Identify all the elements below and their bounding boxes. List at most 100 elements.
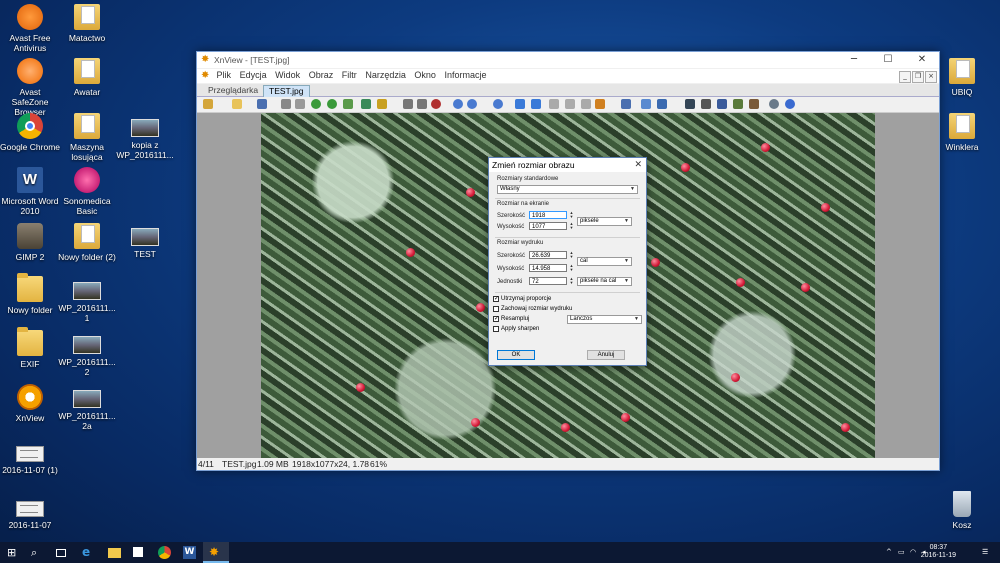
desktop-icon-avast[interactable]: Avast Free Antivirus [0,4,60,53]
copy-icon[interactable] [621,99,631,109]
tab-przegladarka[interactable]: Przeglądarka [203,85,263,96]
desktop-icon-matactwo[interactable]: Matactwo [57,4,117,43]
fit-window-icon[interactable] [565,99,575,109]
ok-button[interactable]: OK [497,350,535,360]
tray-expand-icon[interactable]: ^ [886,548,893,556]
menu-edycja[interactable]: Edycja [237,69,270,82]
save-icon[interactable] [257,99,267,109]
menu-okno[interactable]: Okno [411,69,439,82]
capture-icon[interactable] [595,99,605,109]
arrow-right-icon[interactable] [531,99,541,109]
xnview-icon[interactable]: ✸ [209,546,222,559]
arrow-left-icon[interactable] [515,99,525,109]
spinner-icon[interactable]: ▲ ▼ [569,211,574,219]
keep-print-checkbox[interactable] [493,306,499,312]
desktop-icon-image-2[interactable]: 2016-11-07 [0,493,60,530]
maximize-icon[interactable]: ☐ [871,52,905,68]
wallpaper-icon[interactable] [733,99,743,109]
prev-file-icon[interactable] [281,99,291,109]
menu-narzedzia[interactable]: Narzędzia [362,69,409,82]
image-icon[interactable] [343,99,353,109]
wifi-icon[interactable]: ◠ [910,548,917,556]
adjust-icon[interactable] [403,99,413,109]
desktop-icon-test[interactable]: TEST [115,222,175,259]
sharpen-checkbox[interactable] [493,326,499,332]
notifications-icon[interactable]: ☰ [982,548,989,556]
desktop-icon-sonomedica[interactable]: Sonomedica Basic [57,167,117,216]
desktop-icon-nowy-folder-2[interactable]: Nowy folder (2) [57,223,117,262]
crop-icon[interactable] [295,99,305,109]
zoom-out-icon[interactable] [493,99,503,109]
desktop-icon-wp-2a[interactable]: WP_2016111... 2a [57,384,117,431]
dialog-title-bar[interactable]: Zmień rozmiar obrazu ✕ [489,158,646,172]
resample-method-select[interactable]: Lanczos ▼ [567,315,642,324]
edge-icon[interactable]: e [82,546,95,559]
info-icon[interactable] [785,99,795,109]
spinner-icon[interactable]: ▲ ▼ [569,264,574,272]
units-input[interactable]: 72 [529,277,567,285]
sharpen-label[interactable]: Apply sharpen [501,326,539,332]
tab-test-jpg[interactable]: TEST.jpg [263,85,310,97]
fit-image-icon[interactable] [581,99,591,109]
minimize-icon[interactable]: ─ [837,52,871,68]
slideshow-icon[interactable] [361,99,371,109]
word-icon[interactable]: W [183,546,196,559]
binoculars-icon[interactable] [685,99,695,109]
properties-icon[interactable] [641,99,651,109]
print-width-input[interactable]: 26.639 [529,251,567,259]
rotate-right-icon[interactable] [327,99,337,109]
resample-label[interactable]: Resampluj [501,316,529,322]
desktop-icon-kopia[interactable]: kopia z WP_2016111... [115,113,175,160]
desktop-icon-maszyna[interactable]: Maszyna losująca [57,113,117,162]
xnview-menu-icon[interactable]: ✸ [201,70,211,81]
effects-icon[interactable] [377,99,387,109]
screen-width-input[interactable]: 1918 [529,211,567,219]
desktop-icon-winklera[interactable]: Winklera [932,113,992,152]
desktop-icon-nowy-folder[interactable]: Nowy folder [0,273,60,315]
browser-icon[interactable] [203,99,213,109]
print-icon[interactable] [701,99,711,109]
desktop-icon-wp-1[interactable]: WP_2016111... 1 [57,276,117,323]
screen-unit-select[interactable]: piksele ▼ [577,217,632,226]
zoom-icon[interactable] [467,99,477,109]
open-folder-icon[interactable] [232,99,242,109]
resample-checkbox[interactable]: ✓ [493,316,499,322]
rotate-left-icon[interactable] [311,99,321,109]
scan-icon[interactable] [717,99,727,109]
fullscreen-icon[interactable] [549,99,559,109]
screen-height-input[interactable]: 1077 [529,222,567,230]
resize-dialog[interactable]: Zmień rozmiar obrazu ✕ Rozmiary standard… [488,157,647,366]
menu-filtr[interactable]: Filtr [339,69,360,82]
spinner-icon[interactable]: ▲ ▼ [569,222,574,230]
standard-size-select[interactable]: Własny ▼ [497,185,638,194]
settings-icon[interactable] [769,99,779,109]
desktop-icon-chrome[interactable]: Google Chrome [0,113,60,152]
cancel-button[interactable]: Anuluj [587,350,625,360]
mdi-minimize-icon[interactable]: _ [899,71,911,83]
view-mode-icon[interactable] [417,99,427,109]
chrome-icon[interactable] [158,546,171,559]
desktop-icon-gimp[interactable]: GIMP 2 [0,223,60,262]
menu-widok[interactable]: Widok [272,69,303,82]
search-icon[interactable]: ⌕ [31,546,44,559]
desktop-icon-image-1[interactable]: 2016-11-07 (1) [0,438,60,475]
desktop-icon-kosz[interactable]: Kosz [932,491,992,530]
menu-obraz[interactable]: Obraz [306,69,337,82]
keep-ratio-checkbox[interactable]: ✓ [493,296,499,302]
spinner-icon[interactable]: ▲ ▼ [569,251,574,259]
windows-start-icon[interactable]: ⊞ [7,546,20,559]
store-icon[interactable] [133,547,143,557]
desktop-icon-xnview[interactable]: XnView [0,384,60,423]
clock[interactable]: 08:37 2016-11-19 [921,544,956,560]
desktop-icon-wp-2[interactable]: WP_2016111... 2 [57,330,117,377]
mdi-close-icon[interactable]: × [925,71,937,83]
desktop-icon-avast-safezone[interactable]: Avast SafeZone Browser [0,58,60,117]
menu-plik[interactable]: Plik [214,69,235,82]
title-bar[interactable]: ✸ XnView - [TEST.jpg] ─ ☐ ✕ [197,52,939,68]
close-icon[interactable]: ✕ [634,159,642,170]
compare-icon[interactable] [657,99,667,109]
task-view-icon[interactable] [56,549,66,557]
desktop-icon-awatar[interactable]: Awatar [57,58,117,97]
batch-icon[interactable] [749,99,759,109]
mdi-restore-icon[interactable]: ❐ [912,71,924,83]
